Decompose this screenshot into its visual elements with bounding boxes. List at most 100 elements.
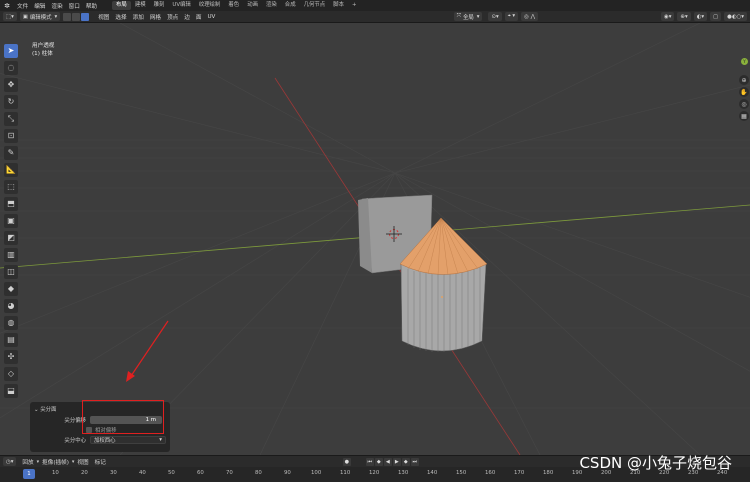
- record-button[interactable]: ●: [342, 457, 351, 466]
- menu-face[interactable]: 面: [193, 13, 205, 21]
- tab-texture-paint[interactable]: 纹理绘制: [195, 1, 225, 10]
- menu-help[interactable]: 帮助: [83, 2, 100, 10]
- editor-type-button[interactable]: ⬚▾: [3, 12, 17, 21]
- menu-view[interactable]: 视图: [95, 13, 112, 21]
- menu-select[interactable]: 选择: [112, 13, 129, 21]
- cursor-icon[interactable]: ◌: [4, 61, 18, 75]
- grid-toggle-icon[interactable]: ▦: [739, 111, 749, 121]
- jump-end-button[interactable]: ⏭: [410, 457, 419, 466]
- jump-start-icon: ⏮: [367, 458, 373, 465]
- play-button[interactable]: ▶: [392, 457, 401, 466]
- menu-add[interactable]: 添加: [130, 13, 147, 21]
- menu-marker[interactable]: 标记: [92, 458, 109, 466]
- chevron-down-icon: ▾: [54, 13, 58, 20]
- annotate-icon[interactable]: ✎: [4, 146, 18, 160]
- inset-icon[interactable]: ▣: [4, 214, 18, 228]
- menu-uv[interactable]: UV: [204, 14, 218, 20]
- play-reverse-button[interactable]: ◀: [383, 457, 392, 466]
- menu-file[interactable]: 文件: [14, 2, 31, 10]
- shading-mode[interactable]: ●◐○▾: [724, 12, 747, 21]
- shear-icon[interactable]: ◇: [4, 367, 18, 381]
- extrude-icon[interactable]: ⬒: [4, 197, 18, 211]
- current-frame-indicator[interactable]: 1: [23, 469, 35, 479]
- tab-animation[interactable]: 动画: [243, 1, 262, 10]
- menu-vertex[interactable]: 顶点: [164, 13, 181, 21]
- collapse-chevron-icon[interactable]: ⌄: [34, 407, 39, 413]
- watermark-text: CSDN @小兔子烧包谷: [579, 454, 732, 472]
- rotate-icon[interactable]: ↻: [4, 95, 18, 109]
- gizmo-toggle[interactable]: ⊕▾: [677, 12, 691, 21]
- camera-view-icon[interactable]: ◎: [739, 99, 749, 109]
- tab-geometry-nodes[interactable]: 几何节点: [300, 1, 330, 10]
- menu-timeline-view[interactable]: 视图: [74, 458, 91, 466]
- edit-mode-icon: ▣: [22, 13, 28, 20]
- left-toolbar: ➤ ◌ ✥ ↻ ⤡ ⊡ ✎ 📐 ⬚ ⬒ ▣ ◩ ▥ ◫ ◆ ◕ ◍ ▤ ✣ ◇ …: [4, 44, 20, 401]
- view-name-label: 用户透视: [32, 43, 55, 49]
- poly-build-icon[interactable]: ◆: [4, 282, 18, 296]
- transform-orientation-dropdown[interactable]: ⤧ 全局 ▾: [453, 12, 483, 21]
- next-keyframe-button[interactable]: ◆: [401, 457, 410, 466]
- gizmo-y-axis-icon[interactable]: Y: [741, 58, 748, 65]
- proportional-icon: ◎ ⋀: [524, 13, 535, 20]
- menu-window[interactable]: 窗口: [66, 2, 83, 10]
- tab-shading[interactable]: 着色: [224, 1, 243, 10]
- knife-icon[interactable]: ◫: [4, 265, 18, 279]
- menu-mesh[interactable]: 网格: [147, 13, 164, 21]
- tab-uv-editing[interactable]: UV编辑: [168, 1, 194, 10]
- pivot-point-dropdown[interactable]: ⊙▾: [488, 12, 502, 21]
- spin-icon[interactable]: ◕: [4, 299, 18, 313]
- jump-start-button[interactable]: ⏮: [365, 457, 374, 466]
- jump-end-icon: ⏭: [412, 458, 418, 465]
- shrink-fatten-icon[interactable]: ✣: [4, 350, 18, 364]
- menu-playback[interactable]: 回放: [19, 458, 36, 466]
- proportional-edit-toggle[interactable]: ◎ ⋀: [521, 12, 538, 21]
- tab-sculpting[interactable]: 雕刻: [150, 1, 169, 10]
- bevel-icon[interactable]: ◩: [4, 231, 18, 245]
- measure-icon[interactable]: 📐: [4, 163, 18, 177]
- tab-modeling[interactable]: 建模: [131, 1, 150, 10]
- tab-layout[interactable]: 布局: [112, 1, 131, 10]
- menu-render[interactable]: 渲染: [48, 2, 65, 10]
- edge-select-icon[interactable]: [72, 12, 81, 21]
- face-select-icon[interactable]: [81, 12, 90, 21]
- menu-edge[interactable]: 边: [181, 13, 193, 21]
- center-mode-dropdown[interactable]: 加权西心 ▾: [90, 435, 166, 444]
- blender-logo-icon[interactable]: ✲: [0, 0, 14, 11]
- rip-icon[interactable]: ⬓: [4, 384, 18, 398]
- scale-icon[interactable]: ⤡: [4, 112, 18, 126]
- prev-keyframe-button[interactable]: ◆: [374, 457, 383, 466]
- loop-cut-icon[interactable]: ▥: [4, 248, 18, 262]
- orientation-label: 全局: [462, 14, 474, 21]
- snap-icon: ⌖ ▾: [507, 13, 516, 19]
- menu-keying[interactable]: 抠像(插帧): [39, 458, 72, 466]
- tab-rendering[interactable]: 渲染: [262, 1, 281, 10]
- vertex-select-icon[interactable]: [63, 12, 72, 21]
- xray-toggle[interactable]: ▢: [710, 12, 722, 21]
- transform-icon[interactable]: ⊡: [4, 129, 18, 143]
- tick-label: 100: [311, 470, 322, 476]
- overlay-toggle[interactable]: ◐▾: [693, 12, 708, 21]
- tick-label: 90: [284, 470, 291, 476]
- edge-slide-icon[interactable]: ▤: [4, 333, 18, 347]
- tick-label: 120: [369, 470, 380, 476]
- pan-hand-icon[interactable]: ✋: [739, 87, 749, 97]
- mode-label: 编辑模式: [29, 14, 52, 21]
- snap-toggle[interactable]: ⌖ ▾: [504, 12, 519, 21]
- mode-selector[interactable]: ▣ 编辑模式 ▾: [19, 12, 61, 21]
- tab-scripting[interactable]: 脚本: [329, 1, 348, 10]
- tick-label: 10: [52, 470, 59, 476]
- add-cube-icon[interactable]: ⬚: [4, 180, 18, 194]
- zoom-icon[interactable]: ⊕: [739, 75, 749, 85]
- tick-label: 40: [139, 470, 146, 476]
- tick-label: 60: [197, 470, 204, 476]
- smooth-icon[interactable]: ◍: [4, 316, 18, 330]
- move-icon[interactable]: ✥: [4, 78, 18, 92]
- visibility-toggle[interactable]: ◉▾: [661, 12, 675, 21]
- select-box-icon[interactable]: ➤: [4, 44, 18, 58]
- menu-edit[interactable]: 编辑: [31, 2, 48, 10]
- tab-compositing[interactable]: 合成: [281, 1, 300, 10]
- record-icon: ●: [344, 458, 349, 465]
- timeline-editor-type[interactable]: ◷▾: [3, 457, 17, 466]
- add-workspace-button[interactable]: +: [348, 1, 361, 10]
- 3d-viewport[interactable]: 用户透视 (1) 柱体 Y ⊕ ✋ ◎ ▦ ⌄ 尖分面 尖分偏移 1 m 相对偏…: [0, 23, 750, 455]
